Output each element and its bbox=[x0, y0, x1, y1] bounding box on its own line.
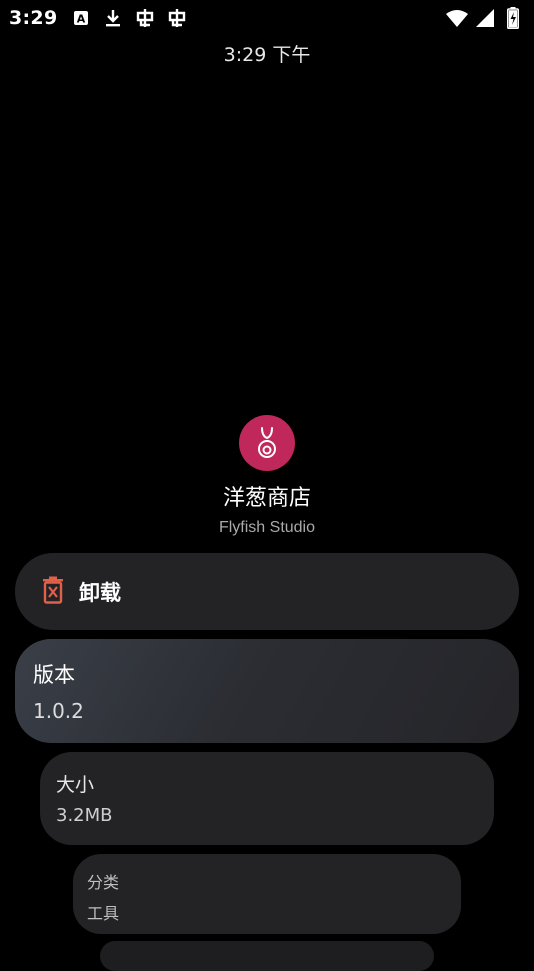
size-card: 大小 3.2MB bbox=[40, 752, 494, 845]
version-card: 版本 1.0.2 bbox=[15, 639, 519, 743]
clock-time: 3:29 下午 bbox=[223, 44, 311, 66]
trash-icon bbox=[41, 576, 65, 608]
category-card: 分类 工具 bbox=[73, 854, 461, 934]
category-label: 分类 bbox=[87, 873, 120, 892]
next-card-peek bbox=[100, 941, 434, 971]
signal-icon bbox=[474, 7, 496, 29]
notification-icons: A bbox=[70, 7, 188, 29]
status-time: 3:29 bbox=[9, 7, 58, 29]
wifi-icon bbox=[446, 7, 468, 29]
system-icons bbox=[446, 7, 524, 29]
uninstall-label: 卸载 bbox=[79, 580, 121, 605]
onion-icon bbox=[258, 427, 276, 458]
text-a-icon: A bbox=[70, 7, 92, 29]
size-label: 大小 bbox=[56, 774, 95, 796]
app-developer: Flyfish Studio bbox=[218, 519, 316, 536]
bug-icon bbox=[134, 7, 156, 29]
svg-text:A: A bbox=[77, 13, 86, 26]
app-icon bbox=[239, 415, 295, 471]
app-name: 洋葱商店 bbox=[222, 486, 311, 511]
size-value: 3.2MB bbox=[56, 805, 113, 826]
download-icon bbox=[102, 7, 124, 29]
battery-charging-icon bbox=[502, 7, 524, 29]
status-bar: 3:29 A bbox=[0, 0, 534, 36]
version-label: 版本 bbox=[33, 663, 75, 687]
uninstall-button[interactable]: 卸载 bbox=[15, 553, 519, 630]
version-value: 1.0.2 bbox=[33, 699, 84, 723]
bug-icon bbox=[166, 7, 188, 29]
category-value: 工具 bbox=[87, 904, 120, 923]
